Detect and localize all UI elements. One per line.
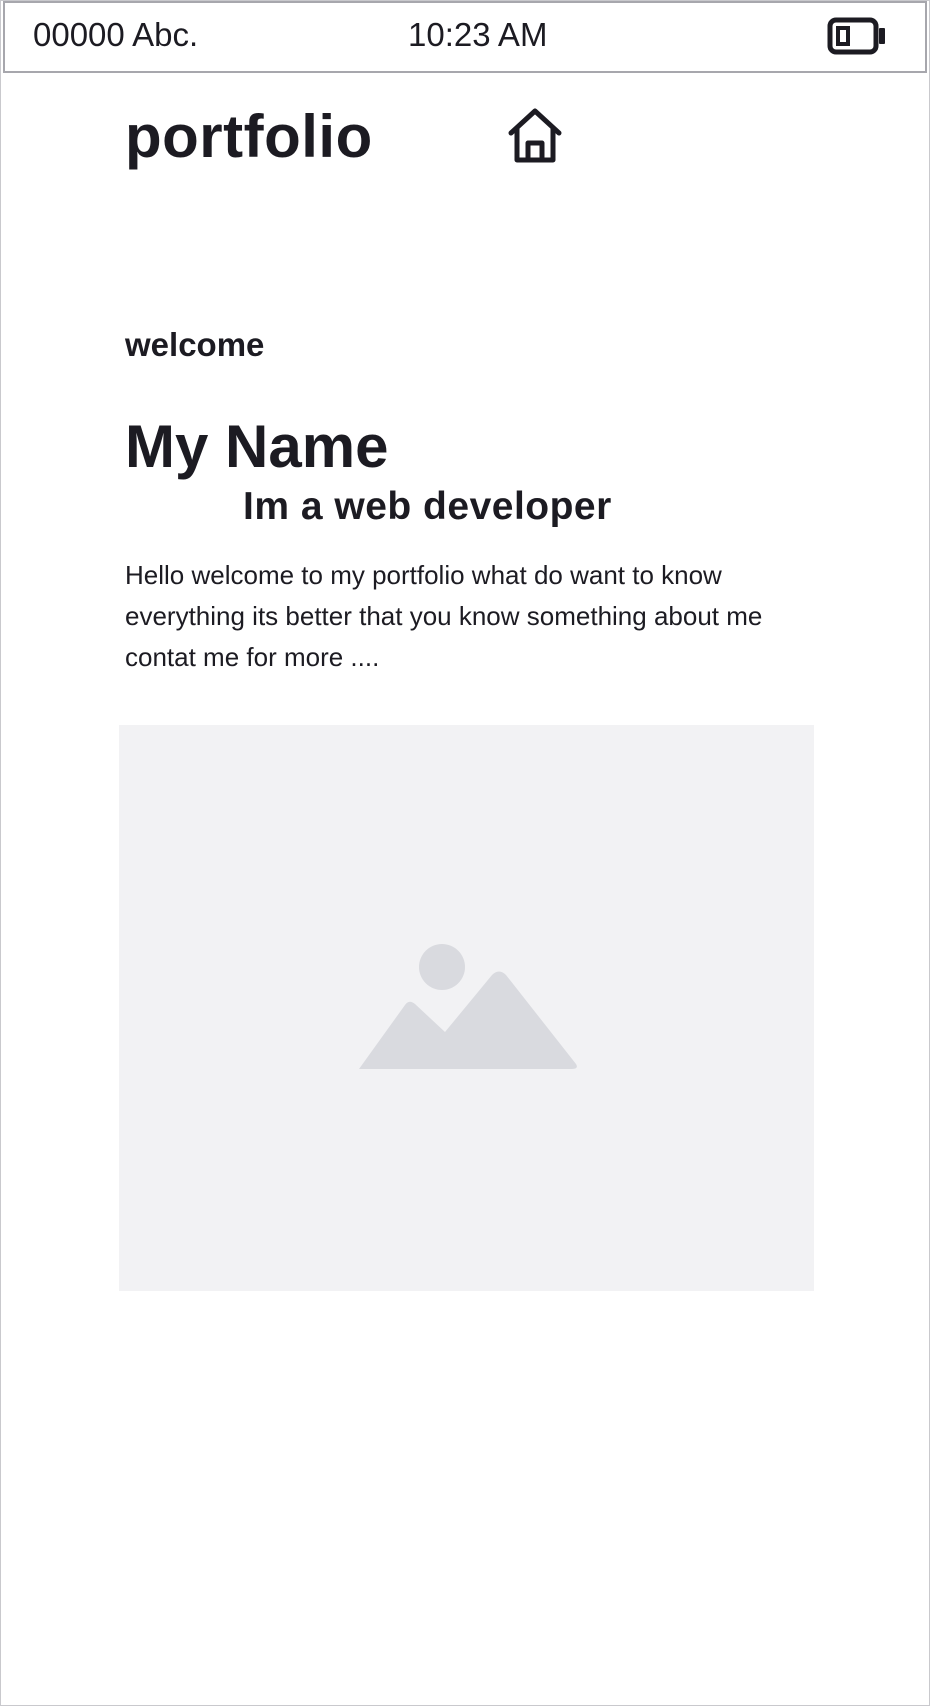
status-time: 10:23 AM xyxy=(408,16,548,53)
intro-paragraph: Hello welcome to my portfolio what do wa… xyxy=(125,560,763,672)
phone-screen: 00000 Abc. 10:23 AM portfolio welcome My… xyxy=(0,0,930,1706)
name-heading: My Name xyxy=(125,413,389,480)
welcome-heading: welcome xyxy=(125,326,265,363)
image-placeholder xyxy=(119,725,814,1291)
role-subtitle: Im a web developer xyxy=(243,485,612,528)
carrier-label: 00000 Abc. xyxy=(33,16,199,53)
home-button[interactable] xyxy=(506,107,564,165)
status-bar: 00000 Abc. 10:23 AM xyxy=(3,1,927,73)
battery-icon xyxy=(827,17,885,55)
home-icon xyxy=(508,108,562,163)
image-placeholder-icon xyxy=(359,944,577,1069)
brand-title: portfolio xyxy=(125,103,373,170)
